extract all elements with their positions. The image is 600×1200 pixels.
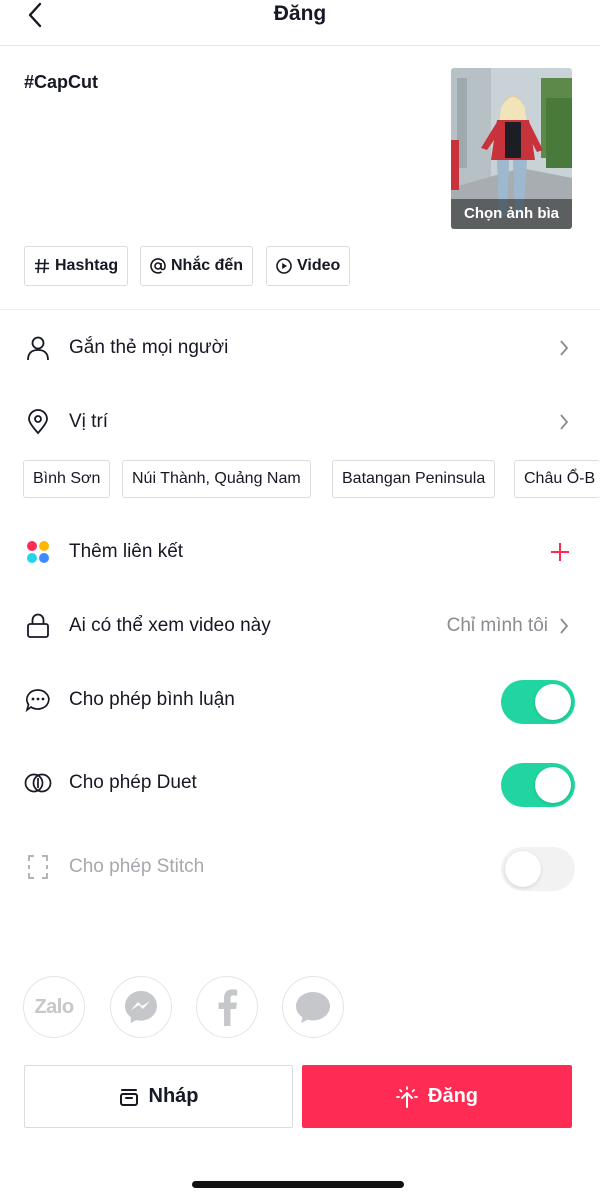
hashtag-chip-label: Hashtag	[55, 257, 119, 274]
location-row[interactable]: Vị trí	[0, 394, 600, 450]
cover-label: Chọn ảnh bìa	[451, 199, 572, 229]
colorful-dots-icon	[24, 538, 52, 566]
draft-button-label: Nháp	[148, 1085, 199, 1107]
share-message-button[interactable]	[282, 976, 344, 1038]
chat-bubble-icon	[296, 992, 330, 1023]
allow-comments-toggle[interactable]	[501, 680, 575, 724]
messenger-icon	[125, 991, 157, 1023]
home-indicator	[192, 1181, 404, 1188]
facebook-icon	[218, 989, 238, 1026]
allow-duet-toggle[interactable]	[501, 763, 575, 807]
add-link-label: Thêm liên kết	[69, 541, 184, 562]
location-suggestion[interactable]: Batangan Peninsula	[332, 460, 496, 498]
add-link-row[interactable]: Thêm liên kết	[0, 524, 600, 580]
cover-thumbnail[interactable]: Chọn ảnh bìa	[451, 68, 572, 229]
section-divider	[0, 309, 600, 310]
chevron-right-icon	[556, 616, 572, 636]
duet-icon	[24, 769, 52, 797]
share-messenger-button[interactable]	[110, 976, 172, 1038]
at-icon	[150, 258, 166, 274]
post-upload-icon	[396, 1085, 418, 1108]
tag-people-row[interactable]: Gắn thẻ mọi người	[0, 320, 600, 376]
privacy-label: Ai có thể xem video này	[69, 615, 271, 636]
post-button[interactable]: Đăng	[302, 1065, 572, 1128]
lock-icon	[24, 612, 52, 640]
zalo-icon: Zalo	[34, 995, 74, 1018]
hash-icon	[35, 258, 49, 274]
privacy-value: Chỉ mình tôi	[446, 615, 548, 636]
person-icon	[24, 334, 52, 362]
chevron-right-icon	[556, 412, 572, 432]
play-circle-icon	[276, 258, 292, 274]
video-chip-label: Video	[297, 257, 341, 274]
video-chip[interactable]: Video	[266, 246, 351, 286]
tag-people-label: Gắn thẻ mọi người	[69, 337, 229, 358]
post-button-label: Đăng	[428, 1085, 478, 1107]
allow-stitch-toggle[interactable]	[501, 847, 575, 891]
mention-chip-label: Nhắc đến	[171, 257, 244, 274]
top-bar: Đăng	[0, 0, 600, 46]
location-suggestion[interactable]: Bình Sơn	[23, 460, 111, 498]
stitch-icon	[24, 853, 52, 881]
page-title: Đăng	[273, 2, 327, 25]
privacy-row[interactable]: Ai có thể xem video này Chỉ mình tôi	[0, 598, 600, 654]
toggle-knob	[505, 851, 541, 887]
allow-duet-label: Cho phép Duet	[69, 772, 197, 793]
location-suggestion[interactable]: Châu Ổ-B	[514, 460, 600, 498]
drafts-box-icon	[119, 1088, 138, 1106]
hashtag-chip[interactable]: Hashtag	[24, 246, 129, 286]
chevron-right-icon	[556, 338, 572, 358]
location-suggestion[interactable]: Núi Thành, Quảng Nam	[122, 460, 311, 498]
comment-icon	[24, 686, 52, 714]
toggle-knob	[535, 767, 571, 803]
caption-text[interactable]: #CapCut	[24, 72, 98, 93]
plus-icon[interactable]	[548, 540, 572, 564]
allow-stitch-label: Cho phép Stitch	[69, 856, 205, 877]
draft-button[interactable]: Nháp	[24, 1065, 293, 1128]
share-facebook-button[interactable]	[196, 976, 258, 1038]
location-label: Vị trí	[69, 411, 109, 432]
share-zalo-button[interactable]: Zalo	[23, 976, 85, 1038]
location-pin-icon	[24, 408, 52, 436]
mention-chip[interactable]: Nhắc đến	[140, 246, 254, 286]
allow-comments-label: Cho phép bình luận	[69, 689, 235, 710]
toggle-knob	[535, 684, 571, 720]
